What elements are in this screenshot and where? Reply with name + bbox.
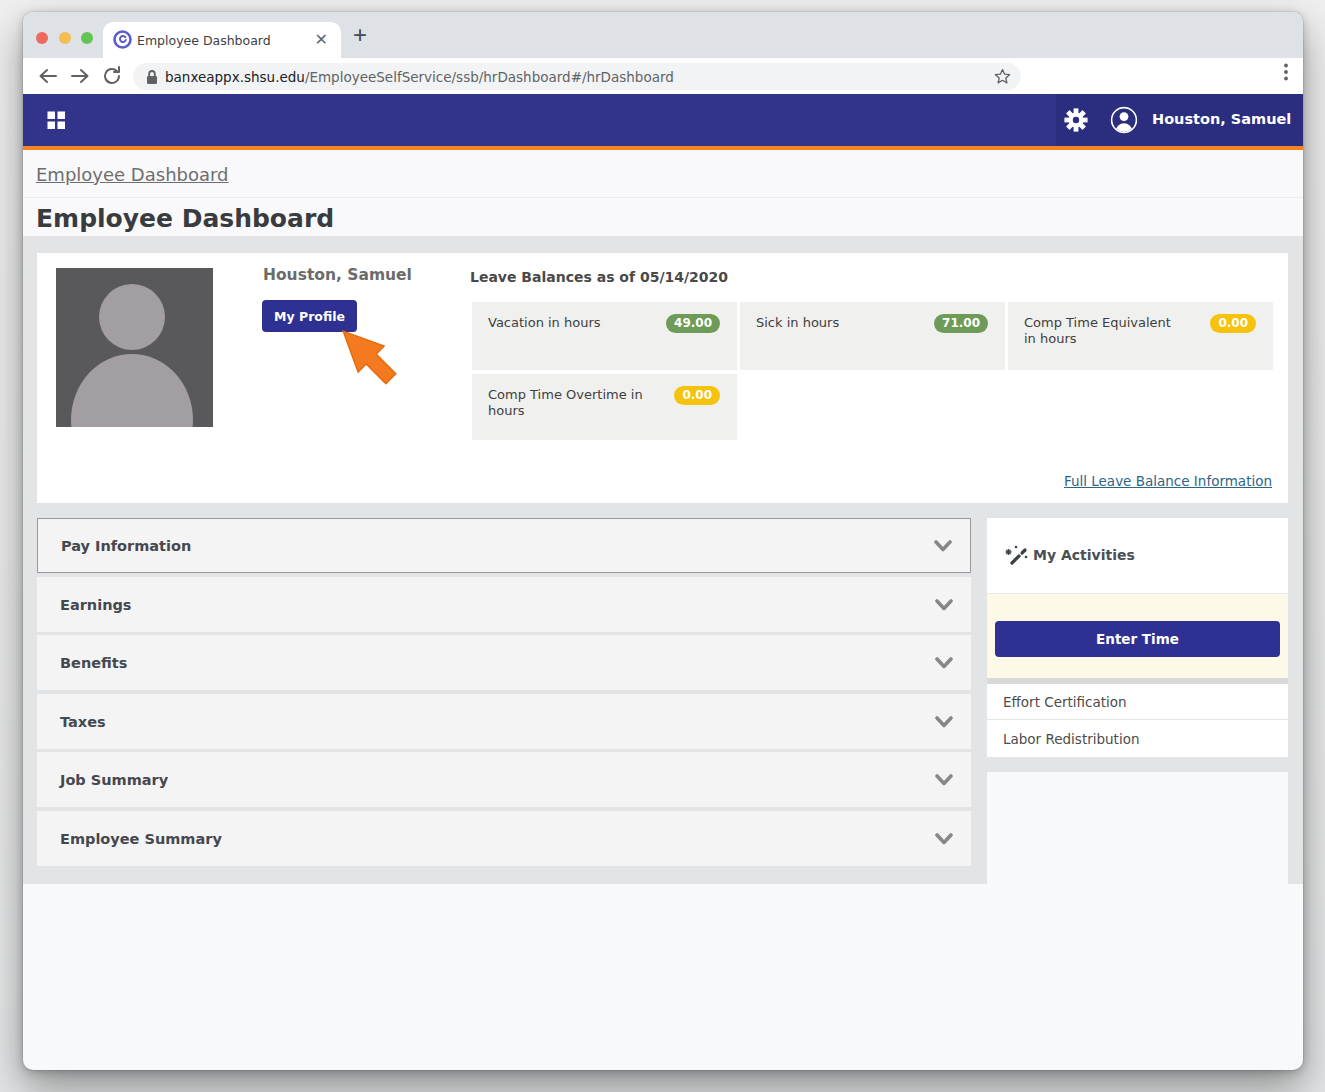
forward-icon[interactable]: [69, 65, 91, 87]
lock-icon: [145, 69, 159, 85]
chevron-down-icon: [935, 833, 953, 845]
tab-close-icon[interactable]: ✕: [315, 30, 328, 50]
back-icon[interactable]: [37, 65, 59, 87]
app-navbar: Houston, Samuel: [23, 94, 1303, 146]
mouse-cursor-icon: [324, 312, 412, 400]
chevron-down-icon: [935, 657, 953, 669]
leave-tile-vacation: Vacation in hours 49.00: [472, 302, 737, 370]
leave-value-badge: 71.00: [934, 314, 988, 333]
empty-panel: [987, 772, 1288, 884]
leave-value-badge: 0.00: [674, 386, 720, 405]
favicon-icon: [112, 29, 133, 50]
employee-name: Houston, Samuel: [263, 266, 412, 284]
accordion-job-summary[interactable]: Job Summary: [37, 752, 971, 807]
browser-toolbar: banxeappx.shsu.edu/EmployeeSelfService/s…: [23, 58, 1303, 94]
leave-value-badge: 49.00: [666, 314, 720, 333]
chevron-down-icon: [935, 716, 953, 728]
accordion-benefits[interactable]: Benefits: [37, 635, 971, 690]
leave-balances-heading: Leave Balances as of 05/14/2020: [470, 269, 728, 285]
accordion-taxes[interactable]: Taxes: [37, 694, 971, 749]
chevron-down-icon: [935, 599, 953, 611]
leave-tile-comp-equivalent: Comp Time Equivalent in hours 0.00: [1008, 302, 1273, 370]
new-tab-button[interactable]: +: [353, 21, 367, 49]
magic-wand-icon: [1002, 543, 1030, 571]
window-minimize-button[interactable]: [59, 32, 71, 44]
app-grid-menu-icon[interactable]: [44, 108, 68, 132]
my-activities-panel: My Activities Enter Time Effort Certific…: [987, 518, 1288, 757]
leave-tile-comp-overtime: Comp Time Overtime in hours 0.00: [472, 374, 737, 440]
chevron-down-icon: [935, 774, 953, 786]
person-silhouette-icon: [56, 268, 213, 427]
my-activities-title: My Activities: [1033, 547, 1135, 563]
activity-effort-certification[interactable]: Effort Certification: [987, 684, 1288, 720]
browser-menu-icon[interactable]: [1284, 63, 1288, 81]
page-title: Employee Dashboard: [36, 204, 334, 233]
url-text: banxeappx.shsu.edu/EmployeeSelfService/s…: [165, 69, 674, 85]
browser-window: Employee Dashboard ✕ + banxeappx.shsu.ed…: [23, 12, 1303, 1070]
full-leave-balance-link[interactable]: Full Leave Balance Information: [1064, 473, 1272, 489]
enter-time-button[interactable]: Enter Time: [995, 621, 1280, 657]
window-zoom-button[interactable]: [81, 32, 93, 44]
leave-value-badge: 0.00: [1210, 314, 1256, 333]
accordion-employee-summary[interactable]: Employee Summary: [37, 811, 971, 866]
window-close-button[interactable]: [36, 32, 48, 44]
settings-gear-icon[interactable]: [1064, 108, 1088, 132]
accordion-earnings[interactable]: Earnings: [37, 577, 971, 632]
tab-strip: Employee Dashboard ✕ +: [23, 12, 1303, 58]
navbar-username[interactable]: Houston, Samuel: [1152, 111, 1291, 127]
my-activities-header: My Activities: [987, 518, 1288, 594]
profile-card: Houston, Samuel My Profile Leave Balance…: [37, 253, 1288, 503]
divider: [23, 197, 1303, 198]
user-avatar-icon[interactable]: [1110, 106, 1138, 134]
chevron-down-icon: [934, 540, 952, 552]
leave-tile-sick: Sick in hours 71.00: [740, 302, 1005, 370]
browser-tab[interactable]: Employee Dashboard ✕: [103, 22, 341, 58]
address-bar[interactable]: banxeappx.shsu.edu/EmployeeSelfService/s…: [133, 63, 1021, 90]
page-header: Employee Dashboard Employee Dashboard: [23, 150, 1303, 236]
reload-icon[interactable]: [101, 65, 123, 87]
profile-photo: [56, 268, 213, 427]
accordion-pay-information[interactable]: Pay Information: [37, 518, 971, 573]
enter-time-strip: Enter Time: [987, 594, 1288, 678]
activity-labor-redistribution[interactable]: Labor Redistribution: [987, 721, 1288, 757]
tab-title: Employee Dashboard: [137, 33, 271, 48]
bookmark-star-icon[interactable]: [994, 68, 1011, 85]
breadcrumb[interactable]: Employee Dashboard: [36, 164, 229, 185]
